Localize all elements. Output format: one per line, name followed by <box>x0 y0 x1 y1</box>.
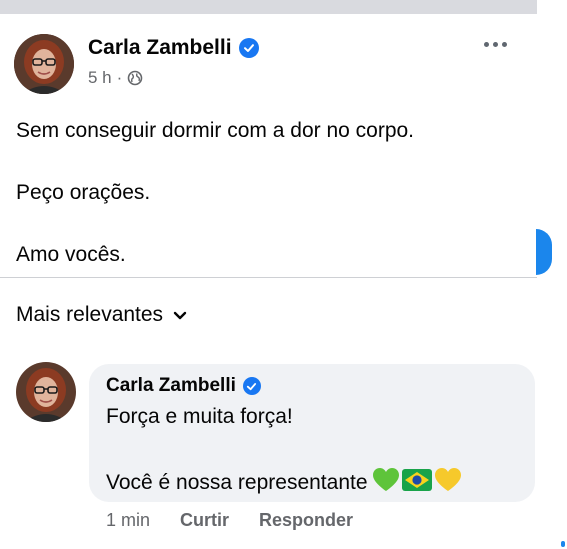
post-author-name[interactable]: Carla Zambelli <box>88 36 232 60</box>
verified-badge-icon <box>242 377 261 395</box>
comment-author-avatar[interactable] <box>16 362 76 422</box>
dot <box>502 41 507 47</box>
post-text-line: Peço orações. <box>16 181 151 204</box>
sort-label: Mais relevantes <box>16 303 164 326</box>
comment-sort-dropdown[interactable]: Mais relevantes <box>16 303 187 327</box>
dot <box>484 41 489 47</box>
dot <box>493 41 498 47</box>
yellow-heart-emoji <box>434 467 462 499</box>
side-indicator-dot <box>561 541 565 547</box>
reply-button[interactable]: Responder <box>259 510 353 531</box>
comment-text-line-row: Você é nossa representante <box>106 467 462 499</box>
emoji-group <box>372 467 462 499</box>
post-time[interactable]: 5 h <box>88 68 112 88</box>
post-text-line: Sem conseguir dormir com a dor no corpo. <box>16 119 415 142</box>
comment-text-line: Força e muita força! <box>106 405 293 428</box>
meta-separator: · <box>116 68 123 87</box>
comment-author-name[interactable]: Carla Zambelli <box>106 375 236 397</box>
comment-time[interactable]: 1 min <box>106 510 150 531</box>
green-heart-emoji <box>372 467 400 499</box>
comment-author: Carla Zambelli <box>106 375 261 397</box>
globe-icon <box>127 70 143 86</box>
post-author: Carla Zambelli <box>88 36 259 60</box>
more-options-icon[interactable] <box>484 38 510 50</box>
like-button[interactable]: Curtir <box>180 510 229 531</box>
side-scroll-indicator[interactable] <box>536 229 552 275</box>
chevron-down-icon <box>173 303 187 327</box>
post-meta: 5 h · <box>88 68 143 88</box>
comment-actions: 1 min Curtir Responder <box>106 510 353 531</box>
verified-badge-icon <box>238 38 259 58</box>
post-text-line: Amo vocês. <box>16 243 126 266</box>
divider <box>0 277 537 278</box>
brazil-flag-emoji <box>401 469 432 497</box>
post-author-avatar[interactable] <box>14 34 74 94</box>
top-bar <box>0 0 537 14</box>
comment-text-line: Você é nossa representante <box>106 471 368 494</box>
